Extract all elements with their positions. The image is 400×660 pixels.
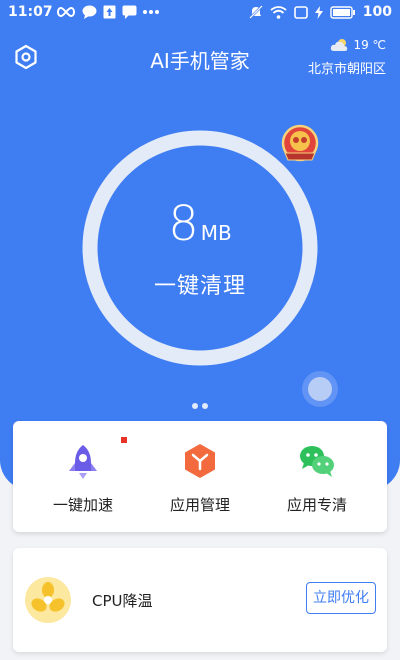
notice-dot [121,437,127,443]
quick-action-app-clean[interactable]: 应用专清 [255,441,379,515]
weather-widget[interactable]: 19 ℃ 北京市朝阳区 [308,38,386,77]
app-cube-icon [185,444,215,478]
battery-icon [330,5,355,19]
optimize-now-button[interactable]: 立即优化 [306,582,376,614]
status-bar: 11:07 100 [0,0,400,26]
wechat-icon [300,446,334,477]
rocket-icon [69,445,97,479]
cpu-cooling-label: CPU降温 [92,592,153,610]
chat-bubble-icon [82,5,97,19]
floating-ball[interactable] [302,371,338,407]
weather-city: 北京市朝阳区 [307,62,386,77]
weather-temperature: 19 ℃ [353,38,386,52]
one-key-clean-label: 一键清理 [153,274,246,299]
status-time: 11:07 [8,4,53,20]
quick-action-label: 一键加速 [52,496,113,514]
quick-action-label: 应用管理 [169,496,230,514]
quick-actions-card: 一键加速 应用管理 应用专清 [13,421,387,532]
fan-icon [25,577,71,623]
page-dot [202,403,208,409]
memory-unit: MB [200,221,232,245]
battery-level: 100 [362,4,392,20]
message-icon [122,5,137,19]
memory-value: 8 MB [80,196,320,252]
page-indicator [192,403,208,409]
infinity-icon [57,6,75,18]
mute-icon [248,5,263,19]
charging-icon [314,5,323,19]
quick-action-app-manage[interactable]: 应用管理 [138,441,262,515]
status-system-icons: 100 [248,4,392,20]
quick-action-label: 应用专清 [286,496,347,514]
cloudy-icon [331,39,348,51]
quick-action-speedup[interactable]: 一键加速 [21,441,145,515]
status-notification-icons [56,5,159,19]
wifi-icon [270,5,287,19]
more-dots-icon [143,10,159,14]
clean-ring-button[interactable]: 8 MB 一键清理 [80,128,320,368]
screen-icon [293,5,308,19]
upload-box-icon [103,5,116,19]
cpu-cooling-card: CPU降温 立即优化 [13,548,387,652]
memory-number: 8 [168,196,199,252]
page-dot [192,403,198,409]
